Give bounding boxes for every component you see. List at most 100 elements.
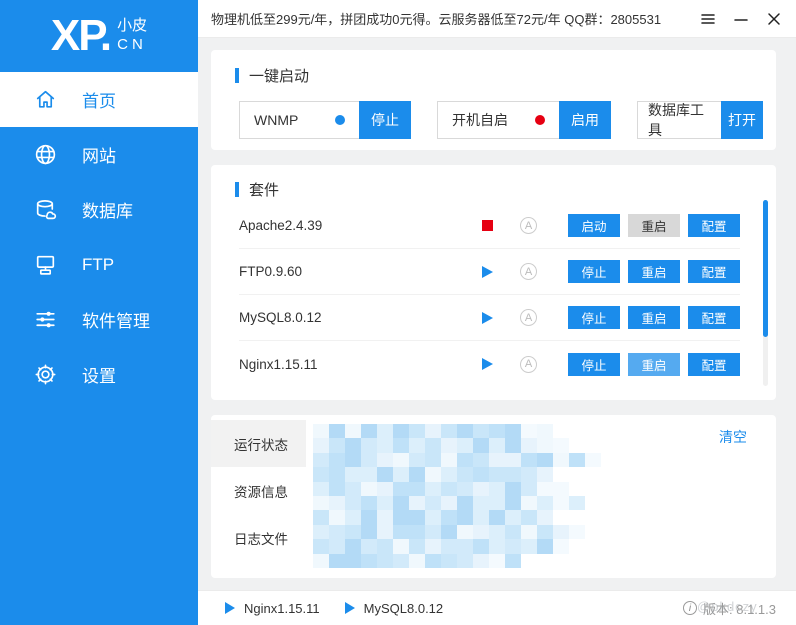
suite-row: Nginx1.15.11 A 停止 重启 配置 (239, 341, 740, 387)
database-icon (32, 197, 58, 223)
circled-a-icon[interactable]: A (520, 263, 537, 280)
sidebar-item-ftp[interactable]: FTP (0, 237, 198, 292)
info-icon[interactable]: i (683, 601, 698, 615)
service-action-button[interactable]: 重启 (628, 352, 680, 376)
promo-text: 物理机低至299元/年，拼团成功0元得。云服务器低至72元/年 QQ群：2805… (211, 12, 662, 27)
circled-a-icon[interactable]: A (520, 309, 537, 326)
redacted-row (313, 495, 776, 511)
service-action-button[interactable]: 重启 (628, 260, 680, 283)
suite-card: 套件 Apache2.4.39 A 启动 重启 配置 FTP0.9.60 A 停止 重启 配置 My… (211, 165, 776, 400)
sidebar-item-database[interactable]: 数据库 (0, 182, 198, 237)
service-action-button[interactable]: 配置 (688, 214, 740, 237)
service-action-button[interactable]: 重启 (628, 214, 680, 237)
stop-all-button[interactable]: 停止 (359, 101, 411, 139)
quick-start-label-box: 开机自启 (437, 101, 559, 139)
home-icon (32, 87, 58, 113)
service-action-button[interactable]: 配置 (688, 260, 740, 283)
circled-a-icon[interactable]: A (520, 217, 537, 234)
service-action-button[interactable]: 配置 (688, 306, 740, 329)
sliders-icon (32, 307, 58, 333)
quick-start-group: WNMP 停止 (239, 101, 411, 139)
statusbar: Nginx1.15.11 MySQL8.0.12 i 版本: 8.1.1.3 @p… (198, 590, 796, 625)
redacted-row (313, 438, 776, 453)
open-db-tool-button[interactable]: 打开 (721, 101, 763, 139)
sidebar-item-label: 软件管理 (82, 312, 150, 331)
logo-sub-bottom: CN (117, 36, 147, 53)
quick-start-label-box: WNMP (239, 101, 359, 139)
version-label: 版本: 8.1.1.3 (703, 601, 776, 617)
sidebar-nav: 首页网站数据库 FTP 软件管理设置 (0, 72, 198, 402)
sidebar-item-home[interactable]: 首页 (0, 72, 198, 127)
quick-start-title: 一键启动 (235, 65, 776, 86)
redacted-row (313, 553, 776, 568)
tab-run-status[interactable]: 运行状态 (211, 420, 306, 467)
sidebar-item-label: FTP (82, 254, 115, 274)
redacted-row (313, 539, 776, 554)
service-action-button[interactable]: 停止 (568, 260, 620, 283)
stopped-square-icon (482, 220, 512, 231)
quick-start-group: 开机自启 启用 (437, 101, 611, 139)
suite-scrollbar-thumb[interactable] (763, 200, 768, 337)
service-actions: 停止 重启 配置 (568, 306, 740, 329)
sidebar: XP. 小皮 CN 首页网站数据库 FTP 软件管理设置 (0, 0, 198, 625)
running-play-icon (482, 265, 512, 278)
redacted-row (313, 481, 776, 496)
service-actions: 停止 重启 配置 (568, 260, 740, 283)
sidebar-item-software[interactable]: 软件管理 (0, 292, 198, 347)
app-logo: XP. 小皮 CN (0, 0, 198, 64)
autostart-enable-button[interactable]: 启用 (559, 101, 611, 139)
menu-icon[interactable] (700, 11, 716, 27)
circled-a-icon[interactable]: A (520, 355, 537, 373)
service-actions: 停止 重启 配置 (568, 352, 740, 376)
sidebar-item-settings[interactable]: 设置 (0, 347, 198, 402)
version-info: i 版本: 8.1.1.3 @pkdczy (683, 599, 776, 618)
suite-scrollbar-track[interactable] (763, 200, 768, 386)
section-accent-bar (235, 182, 239, 197)
running-play-icon (482, 311, 512, 324)
main-area: 物理机低至299元/年，拼团成功0元得。云服务器低至72元/年 QQ群：2805… (198, 0, 796, 625)
sidebar-item-label: 数据库 (82, 202, 133, 221)
service-action-button[interactable]: 停止 (568, 306, 620, 329)
service-name: Nginx1.15.11 (239, 356, 318, 372)
running-service: MySQL8.0.12 (344, 600, 444, 616)
running-service-label: MySQL8.0.12 (363, 600, 444, 616)
ftp-icon (32, 252, 58, 278)
quick-start-card: 一键启动 WNMP 停止 开机自启 启用 数据库工具 打开 (211, 50, 776, 150)
status-tabs: 运行状态 资源信息 日志文件 (211, 420, 306, 573)
status-dot (335, 115, 345, 125)
tab-resource-info[interactable]: 资源信息 (211, 467, 306, 514)
suite-row: Apache2.4.39 A 启动 重启 配置 (239, 203, 740, 249)
sidebar-item-label: 设置 (82, 367, 116, 386)
service-action-button[interactable]: 配置 (688, 352, 740, 376)
tab-log-files[interactable]: 日志文件 (211, 514, 306, 561)
logo-text: XP. (50, 11, 112, 60)
sidebar-item-website[interactable]: 网站 (0, 127, 198, 182)
titlebar: 物理机低至299元/年，拼团成功0元得。云服务器低至72元/年 QQ群：2805… (198, 0, 796, 38)
redacted-row (313, 524, 776, 540)
service-action-button[interactable]: 重启 (628, 306, 680, 329)
sidebar-item-label: 首页 (82, 92, 116, 111)
service-action-button[interactable]: 停止 (568, 352, 620, 376)
logo-sub-top: 小皮 (117, 17, 148, 35)
suite-row: MySQL8.0.12 A 停止 重启 配置 (239, 295, 740, 341)
quick-start-label-box: 数据库工具 (637, 101, 721, 139)
gear-icon (32, 362, 58, 388)
service-actions: 启动 重启 配置 (568, 214, 740, 237)
globe-icon (32, 142, 58, 168)
content-area: 一键启动 WNMP 停止 开机自启 启用 数据库工具 打开 套件 Apache2.4.39… (198, 38, 796, 578)
play-icon (225, 602, 235, 614)
running-services: Nginx1.15.11 MySQL8.0.12 (225, 601, 468, 616)
redacted-row (313, 424, 776, 439)
redacted-row (313, 467, 776, 482)
service-action-button[interactable]: 启动 (568, 214, 620, 237)
minimize-icon[interactable] (733, 11, 749, 27)
status-dot (535, 115, 545, 125)
quick-start-label: 数据库工具 (648, 102, 704, 138)
service-name: Apache2.4.39 (239, 218, 323, 233)
redacted-row (313, 452, 776, 468)
quick-start-controls: WNMP 停止 开机自启 启用 数据库工具 打开 (239, 101, 776, 139)
redacted-row (313, 510, 776, 525)
window-controls (700, 11, 782, 27)
close-icon[interactable] (766, 11, 782, 27)
clear-log-link[interactable]: 清空 (719, 427, 747, 447)
